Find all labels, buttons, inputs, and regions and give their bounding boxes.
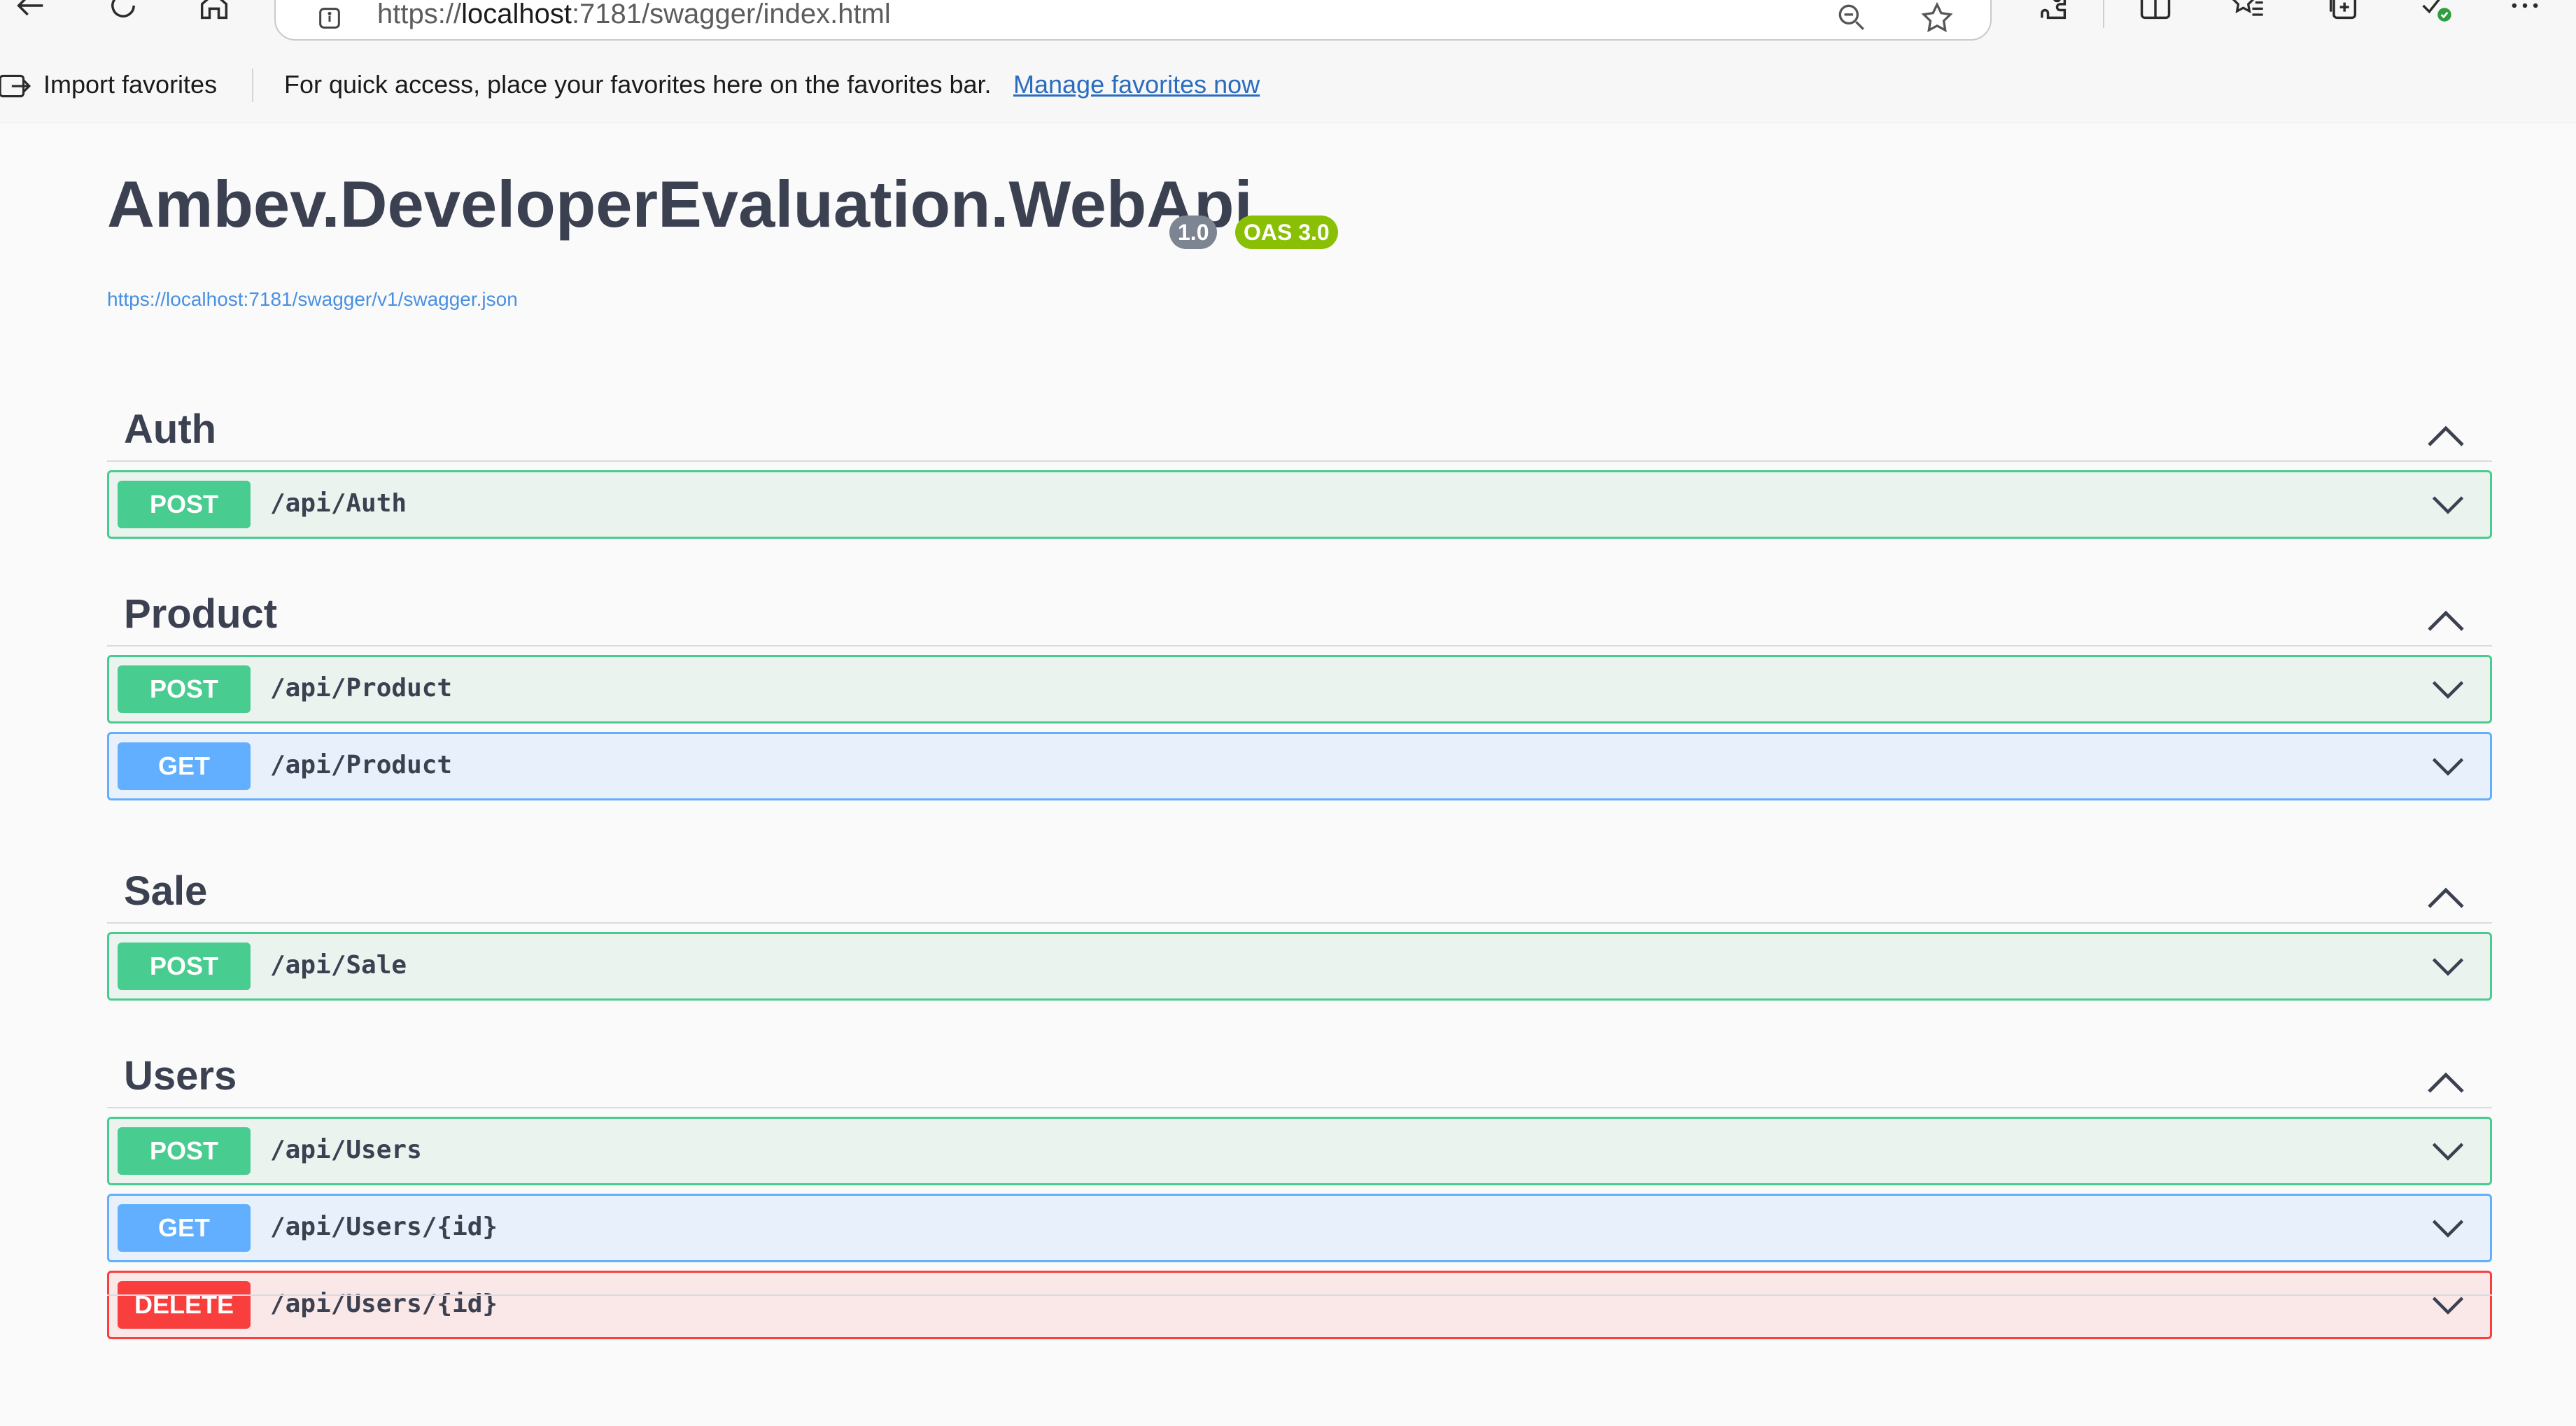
section-product: Product POST /api/Product GET /api/Produ… bbox=[107, 556, 2492, 800]
collections-icon[interactable] bbox=[2322, 0, 2364, 27]
operation-post-api-users[interactable]: POST /api/Users bbox=[107, 1117, 2492, 1185]
operation-get-api-users-id[interactable]: GET /api/Users/{id} bbox=[107, 1194, 2492, 1262]
import-favorites-button[interactable]: Import favorites bbox=[43, 70, 217, 99]
chevron-down-icon[interactable] bbox=[2431, 678, 2465, 703]
browser-toolbar: https://localhost:7181/swagger/index.htm… bbox=[0, 0, 2576, 49]
method-badge: POST bbox=[118, 943, 251, 990]
operation-path: /api/Users/{id} bbox=[270, 1213, 498, 1241]
section-title: Sale bbox=[124, 868, 208, 914]
method-badge: GET bbox=[118, 742, 251, 790]
more-options-icon[interactable] bbox=[2504, 0, 2546, 27]
url-text: https://localhost:7181/swagger/index.htm… bbox=[377, 0, 891, 30]
section-header[interactable]: Product bbox=[107, 556, 2492, 647]
method-badge: POST bbox=[118, 665, 251, 713]
operation-path: /api/Product bbox=[270, 751, 453, 779]
operation-get-api-product[interactable]: GET /api/Product bbox=[107, 732, 2492, 800]
favorites-icon[interactable] bbox=[2227, 0, 2269, 27]
chevron-down-icon[interactable] bbox=[2431, 493, 2465, 518]
section-title: Product bbox=[124, 591, 278, 637]
chevron-up-icon[interactable] bbox=[2426, 1068, 2465, 1096]
site-info-icon[interactable] bbox=[316, 4, 344, 32]
operation-delete-api-users-id[interactable]: DELETE /api/Users/{id} bbox=[107, 1271, 2492, 1339]
chevron-up-icon[interactable] bbox=[2426, 421, 2465, 449]
operation-post-api-auth[interactable]: POST /api/Auth bbox=[107, 470, 2492, 539]
zoom-out-icon[interactable] bbox=[1834, 0, 1869, 35]
url-host: localhost bbox=[461, 0, 572, 29]
chevron-up-icon[interactable] bbox=[2426, 883, 2465, 911]
browser-essentials-icon[interactable] bbox=[2414, 0, 2456, 27]
section-title: Users bbox=[124, 1053, 237, 1099]
chevron-down-icon[interactable] bbox=[2431, 1294, 2465, 1319]
refresh-icon[interactable] bbox=[102, 0, 144, 27]
method-badge: GET bbox=[118, 1204, 251, 1252]
oas-badge: OAS 3.0 bbox=[1235, 216, 1338, 249]
swagger-page: Ambev.DeveloperEvaluation.WebApi 1.0 OAS… bbox=[0, 123, 2576, 1426]
operation-post-api-product[interactable]: POST /api/Product bbox=[107, 655, 2492, 723]
section-title: Auth bbox=[124, 407, 217, 452]
favorites-bar: Import favorites For quick access, place… bbox=[0, 49, 2576, 123]
favorite-star-icon[interactable] bbox=[1917, 0, 1957, 36]
favorites-message: For quick access, place your favorites h… bbox=[284, 70, 992, 99]
chevron-down-icon[interactable] bbox=[2431, 1140, 2465, 1165]
operation-path: /api/Product bbox=[270, 674, 453, 703]
home-icon[interactable] bbox=[193, 0, 235, 27]
operation-post-api-sale[interactable]: POST /api/Sale bbox=[107, 932, 2492, 1001]
address-bar[interactable]: https://localhost:7181/swagger/index.htm… bbox=[274, 0, 1992, 41]
section-users: Users POST /api/Users GET /api/Users/{id… bbox=[107, 1017, 2492, 1339]
manage-favorites-link[interactable]: Manage favorites now bbox=[1013, 70, 1260, 99]
back-icon[interactable] bbox=[10, 0, 52, 27]
operation-path: /api/Sale bbox=[270, 951, 407, 980]
extensions-icon[interactable] bbox=[2032, 0, 2074, 27]
section-header[interactable]: Users bbox=[107, 1017, 2492, 1108]
chevron-down-icon[interactable] bbox=[2431, 1217, 2465, 1242]
spec-url-link[interactable]: https://localhost:7181/swagger/v1/swagge… bbox=[107, 288, 518, 311]
split-screen-icon[interactable] bbox=[2134, 0, 2176, 27]
chevron-down-icon[interactable] bbox=[2431, 955, 2465, 980]
method-badge: POST bbox=[118, 481, 251, 528]
section-auth: Auth POST /api/Auth bbox=[107, 371, 2492, 539]
favorites-separator bbox=[252, 69, 253, 102]
operation-path: /api/Users bbox=[270, 1136, 422, 1164]
url-prefix: https:// bbox=[377, 0, 462, 29]
version-badge: 1.0 bbox=[1169, 216, 1218, 249]
url-rest: :7181/swagger/index.html bbox=[571, 0, 891, 29]
chevron-up-icon[interactable] bbox=[2426, 606, 2465, 634]
section-sale: Sale POST /api/Sale bbox=[107, 833, 2492, 1001]
method-badge: DELETE bbox=[118, 1281, 251, 1329]
api-title: Ambev.DeveloperEvaluation.WebApi bbox=[107, 167, 1253, 241]
schemas-section-divider bbox=[107, 1294, 2492, 1296]
section-header[interactable]: Auth bbox=[107, 371, 2492, 462]
chevron-down-icon[interactable] bbox=[2431, 755, 2465, 780]
toolbar-separator bbox=[2103, 0, 2104, 28]
import-favorites-icon[interactable] bbox=[0, 69, 32, 104]
operation-path: /api/Auth bbox=[270, 489, 407, 518]
section-header[interactable]: Sale bbox=[107, 833, 2492, 924]
method-badge: POST bbox=[118, 1127, 251, 1175]
